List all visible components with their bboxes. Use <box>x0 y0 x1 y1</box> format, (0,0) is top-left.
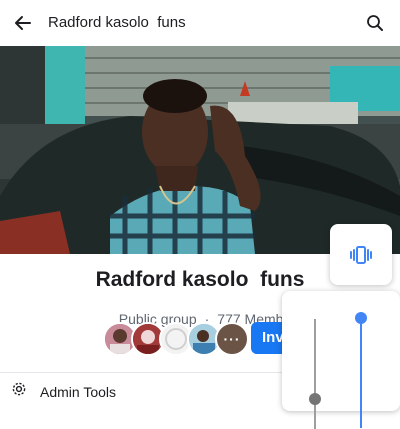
page-title: Radford kasolo funs <box>48 14 186 31</box>
admin-tools-label: Admin Tools <box>40 384 117 400</box>
slider-fill <box>360 318 362 428</box>
search-icon <box>367 15 383 31</box>
vibrate-icon <box>350 245 372 264</box>
more-members-button[interactable]: ··· <box>215 322 249 356</box>
search-button[interactable] <box>364 12 386 34</box>
slider-thumb[interactable] <box>355 312 367 324</box>
cover-photo[interactable] <box>0 46 400 254</box>
ringer-mode-button[interactable] <box>330 224 392 285</box>
arrow-left-icon <box>15 16 31 30</box>
top-bar: Radford kasolo funs <box>0 0 400 47</box>
cover-photo-image <box>0 46 400 254</box>
more-members-label: ··· <box>223 331 241 347</box>
media-volume-slider[interactable] <box>308 319 322 429</box>
gear-icon <box>12 382 26 396</box>
volume-panel <box>282 291 400 429</box>
back-button[interactable] <box>12 12 34 34</box>
ring-volume-slider[interactable] <box>354 312 368 428</box>
slider-thumb[interactable] <box>309 393 321 405</box>
